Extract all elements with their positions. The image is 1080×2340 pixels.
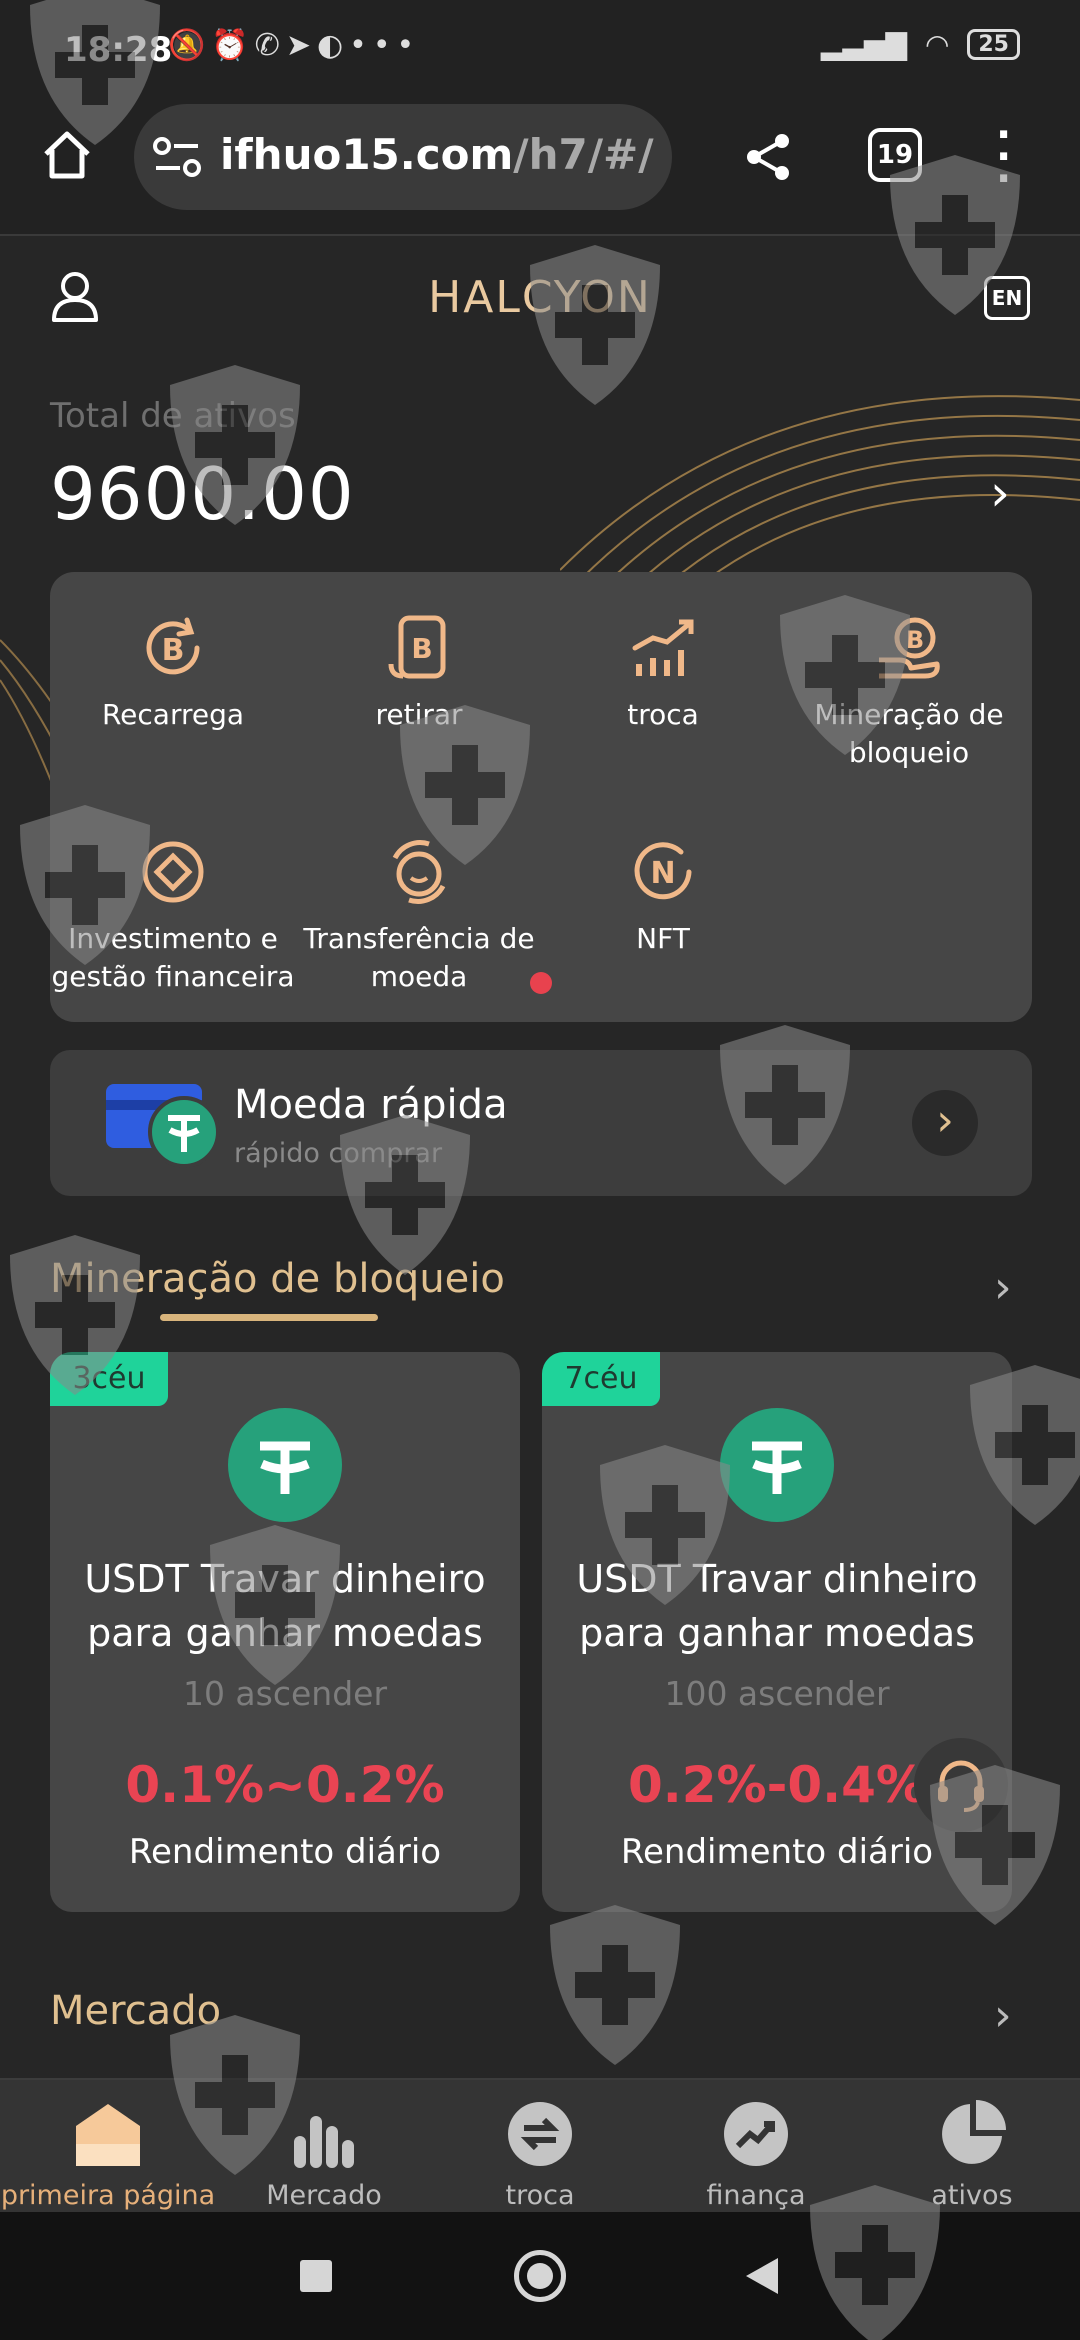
market-chevron-icon[interactable]: ›: [994, 1990, 1012, 2041]
svg-text:B: B: [162, 633, 185, 668]
feature-label: troca: [627, 698, 699, 731]
url-text[interactable]: ifhuo15.com/h7/#/: [220, 130, 654, 179]
nft-coin-icon: N: [634, 842, 692, 900]
notification-dot: [530, 972, 552, 994]
tab-label: Mercado: [266, 2180, 382, 2211]
watermark-shield-icon: [20, 805, 150, 965]
mining-chevron-icon[interactable]: ›: [994, 1262, 1012, 1313]
notification-icons: 🔕⏰✆➤◐•••: [168, 28, 421, 63]
bitcoin-refresh-icon: B: [146, 617, 200, 675]
watermark-shield-icon: [810, 2185, 940, 2340]
home-icon: [76, 2104, 140, 2166]
feature-recarrega[interactable]: B Recarrega: [50, 614, 296, 734]
feature-troca[interactable]: troca: [540, 614, 786, 734]
back-button[interactable]: [742, 2256, 780, 2296]
feature-label: NFT: [636, 922, 690, 955]
wifi-icon: ◠: [924, 28, 950, 61]
watermark-shield-icon: [970, 1365, 1080, 1525]
card-tag: 7céu: [542, 1352, 660, 1406]
watermark-shield-icon: [30, 0, 160, 145]
card-level: 100 ascender: [664, 1674, 890, 1713]
watermark-shield-icon: [600, 1445, 730, 1605]
watermark-shield-icon: [550, 1905, 680, 2065]
watermark-shield-icon: [530, 245, 660, 405]
tab-label: troca: [505, 2180, 575, 2211]
watermark-shield-icon: [890, 155, 1020, 315]
watermark-shield-icon: [720, 1025, 850, 1185]
watermark-shield-icon: [210, 1525, 340, 1685]
url-domain: ifhuo15.com: [220, 130, 514, 179]
watermark-shield-icon: [780, 595, 910, 755]
battery-indicator: 25: [967, 29, 1020, 60]
trend-icon: [724, 2102, 788, 2166]
card-tether-icon: [106, 1084, 220, 1168]
card-rate-label: Rendimento diário: [128, 1832, 442, 1872]
swap-icon: [508, 2102, 572, 2166]
share-icon[interactable]: [744, 132, 792, 182]
pie-icon: [942, 2100, 1006, 2164]
card-rate: 0.1%~0.2%: [125, 1756, 445, 1814]
watermark-shield-icon: [340, 1115, 470, 1275]
tab-label: primeira página: [0, 2180, 216, 2211]
feature-label: Transferência de moeda: [303, 922, 535, 993]
watermark-shield-icon: [170, 2015, 300, 2175]
home-button[interactable]: [514, 2250, 566, 2302]
home-button-dot: [527, 2263, 553, 2289]
quick-arrow-button[interactable]: ›: [912, 1090, 978, 1156]
tab-trade[interactable]: troca: [432, 2096, 648, 2211]
watermark-shield-icon: [170, 365, 300, 525]
trend-chart-icon: [632, 619, 694, 676]
url-path: /h7/#/: [513, 130, 654, 179]
assets-chevron-icon[interactable]: ›: [990, 464, 1010, 522]
status-right: ▂▃▅▇ ◠ 25: [821, 28, 1020, 61]
svg-text:N: N: [650, 856, 675, 891]
chevron-right-icon: ›: [936, 1095, 954, 1146]
watermark-shield-icon: [930, 1765, 1060, 1925]
bitcoin-wallet-icon: B: [388, 615, 446, 679]
watermark-shield-icon: [10, 1235, 140, 1395]
feature-label: Recarrega: [101, 698, 245, 731]
watermark-shield-icon: [400, 705, 530, 865]
tether-icon: [228, 1408, 342, 1522]
recents-button[interactable]: [300, 2260, 332, 2292]
feature-nft[interactable]: N NFT: [540, 838, 786, 958]
signal-icon: ▂▃▅▇: [820, 28, 907, 61]
active-section-underline: [160, 1314, 378, 1321]
svg-text:B: B: [411, 632, 432, 665]
